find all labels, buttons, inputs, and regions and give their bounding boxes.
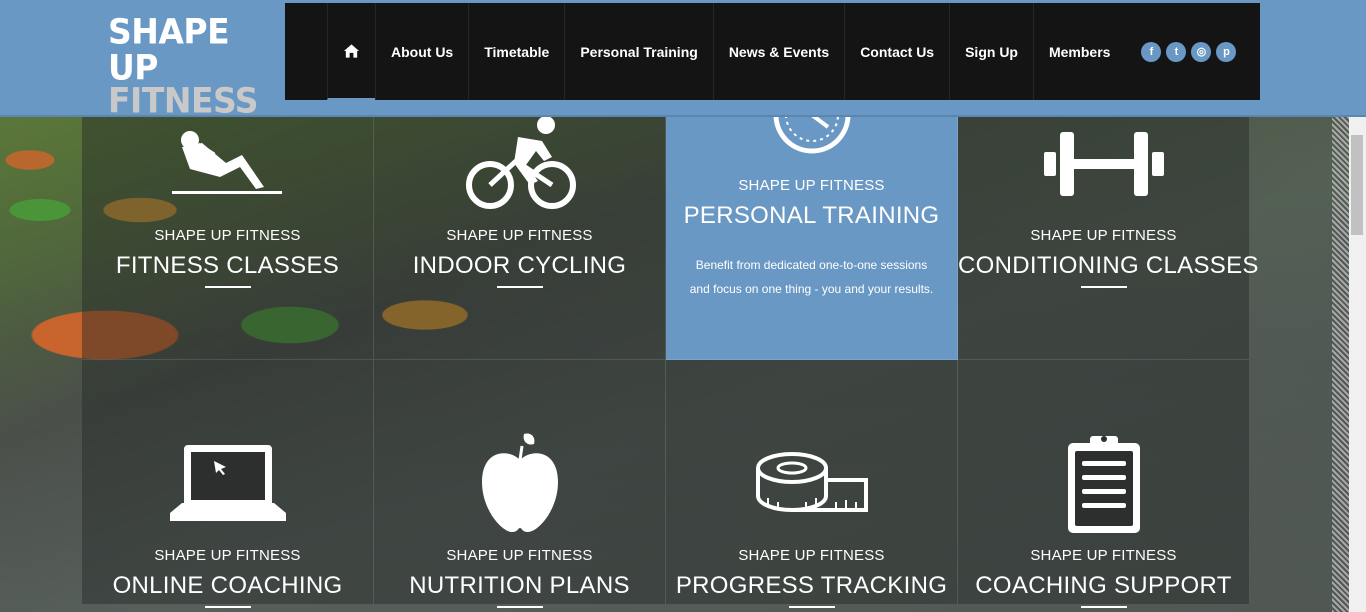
tile-kicker: SHAPE UP FITNESS	[446, 227, 593, 244]
nav-home[interactable]	[327, 3, 375, 100]
title-underline	[204, 606, 251, 608]
logo[interactable]: SHAPE UP FITNESS	[108, 11, 268, 121]
tile-title: COACHING SUPPORT	[975, 572, 1232, 599]
tile-kicker: SHAPE UP FITNESS	[446, 547, 593, 564]
tile-kicker: SHAPE UP FITNESS	[1030, 227, 1177, 244]
twitter-icon[interactable]: t	[1166, 41, 1187, 62]
tile-title: NUTRITION PLANS	[409, 572, 630, 599]
laptop-icon	[82, 443, 373, 525]
title-underline	[204, 286, 251, 288]
tape-measure-icon	[666, 450, 957, 516]
description-line-1: Benefit from dedicated one-to-one sessio…	[695, 258, 928, 272]
tile-conditioning-classes[interactable]: SHAPE UP FITNESS CONDITIONING CLASSES	[958, 115, 1259, 360]
title-underline	[1080, 286, 1127, 288]
site-header: SHAPE UP FITNESS About Us Timetable Pers…	[0, 0, 1366, 121]
clipboard-icon	[958, 433, 1249, 535]
tile-kicker: SHAPE UP FITNESS	[738, 177, 885, 194]
instagram-icon[interactable]: ◎	[1191, 41, 1212, 62]
tile-title: INDOOR CYCLING	[412, 252, 627, 279]
tile-description: Benefit from dedicated one-to-one sessio…	[676, 253, 947, 301]
tile-nutrition-plans[interactable]: SHAPE UP FITNESS NUTRITION PLANS	[374, 360, 666, 608]
tile-title: FITNESS CLASSES	[115, 252, 340, 279]
title-underline	[496, 606, 543, 608]
tile-kicker: SHAPE UP FITNESS	[154, 547, 301, 564]
tile-coaching-support[interactable]: SHAPE UP FITNESS COACHING SUPPORT	[958, 360, 1250, 608]
nav-sign-up[interactable]: Sign Up	[949, 3, 1033, 100]
home-icon	[343, 43, 360, 58]
background-edge	[1332, 115, 1349, 612]
tile-fitness-classes[interactable]: SHAPE UP FITNESS FITNESS CLASSES	[82, 115, 374, 360]
main-nav: About Us Timetable Personal Training New…	[285, 3, 1260, 100]
stopwatch-icon	[666, 115, 957, 155]
tile-title: ONLINE COACHING	[112, 572, 343, 599]
tile-title: CONDITIONING CLASSES	[958, 252, 1259, 279]
tile-kicker: SHAPE UP FITNESS	[738, 547, 885, 564]
nav-members[interactable]: Members	[1032, 3, 1125, 100]
description-line-2: and focus on one thing - you and your re…	[689, 282, 934, 296]
nav-contact-us[interactable]: Contact Us	[844, 3, 949, 100]
facebook-icon[interactable]: f	[1141, 41, 1162, 62]
logo-line-1: SHAPE UP	[108, 11, 230, 88]
tile-kicker: SHAPE UP FITNESS	[154, 227, 301, 244]
situp-icon	[82, 125, 373, 197]
title-underline	[1080, 606, 1127, 608]
social-links: f t ◎ p	[1141, 41, 1237, 62]
cycling-icon	[374, 115, 665, 213]
nav-personal-training[interactable]: Personal Training	[564, 3, 712, 100]
tile-progress-tracking[interactable]: SHAPE UP FITNESS PROGRESS TRACKING	[666, 360, 958, 608]
tile-title: PERSONAL TRAINING	[683, 202, 940, 229]
tile-indoor-cycling[interactable]: SHAPE UP FITNESS INDOOR CYCLING	[374, 115, 666, 360]
tile-kicker: SHAPE UP FITNESS	[1030, 547, 1177, 564]
tile-personal-training[interactable]: SHAPE UP FITNESS PERSONAL TRAINING Benef…	[666, 115, 958, 360]
nav-news-events[interactable]: News & Events	[712, 3, 844, 100]
apple-icon	[374, 430, 665, 534]
nav-timetable[interactable]: Timetable	[468, 3, 564, 100]
title-underline	[496, 286, 543, 288]
dumbbell-icon	[958, 130, 1249, 198]
logo-line-2: FITNESS	[108, 80, 259, 121]
tile-title: PROGRESS TRACKING	[675, 572, 948, 599]
tile-online-coaching[interactable]: SHAPE UP FITNESS ONLINE COACHING	[82, 360, 374, 608]
pinterest-icon[interactable]: p	[1216, 41, 1237, 62]
title-underline	[788, 606, 835, 608]
scrollbar-thumb[interactable]	[1351, 135, 1363, 235]
nav-about-us[interactable]: About Us	[375, 3, 468, 100]
